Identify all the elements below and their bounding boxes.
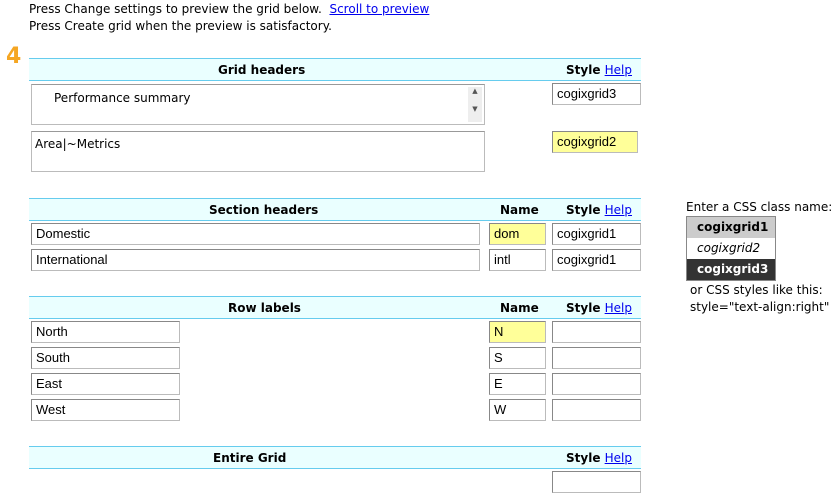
section-style-input[interactable]: cogixgrid1 xyxy=(552,223,641,245)
style-label: Style Help xyxy=(566,301,632,315)
legend-class-1: cogixgrid1 xyxy=(687,217,775,238)
name-label: Name xyxy=(500,301,539,315)
name-label: Name xyxy=(500,203,539,217)
style-label: Style Help xyxy=(566,451,632,465)
row-label-input[interactable]: West xyxy=(31,399,180,421)
intro-text: Press Change settings to preview the gri… xyxy=(29,2,322,16)
legend-outro-2: style="text-align:right" xyxy=(690,300,830,314)
grid-header-textarea-1[interactable]: Performance summary ▲ ▼ xyxy=(31,84,485,125)
row-name-input[interactable]: N xyxy=(489,321,546,343)
entire-grid-style-input[interactable] xyxy=(552,471,641,493)
legend-intro: Enter a CSS class name: xyxy=(686,200,833,214)
style-text: Style xyxy=(566,451,601,465)
css-class-legend: cogixgrid1 cogixgrid2 cogixgrid3 xyxy=(686,216,776,281)
textarea-text: Performance summary xyxy=(54,91,191,105)
section-name-input[interactable]: intl xyxy=(489,249,546,271)
scroll-up-icon[interactable]: ▲ xyxy=(468,87,482,95)
scroll-down-icon[interactable]: ▼ xyxy=(468,105,482,113)
legend-class-2: cogixgrid2 xyxy=(687,238,775,259)
help-link[interactable]: Help xyxy=(605,451,632,465)
legend-class-3: cogixgrid3 xyxy=(687,259,775,280)
step-number: 4 xyxy=(6,44,22,69)
entire-grid-title: Entire Grid xyxy=(213,451,287,465)
section-style-input[interactable]: cogixgrid1 xyxy=(552,249,641,271)
row-label-input[interactable]: East xyxy=(31,373,180,395)
row-label-input[interactable]: South xyxy=(31,347,180,369)
legend-outro-1: or CSS styles like this: xyxy=(690,283,823,297)
help-link[interactable]: Help xyxy=(605,301,632,315)
scroll-to-preview-link[interactable]: Scroll to preview xyxy=(329,2,429,16)
grid-header-style-1[interactable]: cogixgrid3 xyxy=(552,83,641,105)
help-link[interactable]: Help xyxy=(605,63,632,77)
row-name-input[interactable]: S xyxy=(489,347,546,369)
style-text: Style xyxy=(566,203,601,217)
row-style-input[interactable] xyxy=(552,321,641,343)
section-headers-title: Section headers xyxy=(209,203,319,217)
section-label-input[interactable]: Domestic xyxy=(31,223,480,245)
row-label-input[interactable]: North xyxy=(31,321,180,343)
section-headers-band: Section headers Name Style Help xyxy=(29,198,641,221)
intro-line-2: Press Create grid when the preview is sa… xyxy=(29,19,332,33)
row-style-input[interactable] xyxy=(552,373,641,395)
intro-line-1: Press Change settings to preview the gri… xyxy=(29,2,429,16)
row-labels-title: Row labels xyxy=(228,301,301,315)
row-name-input[interactable]: W xyxy=(489,399,546,421)
style-label: Style Help xyxy=(566,203,632,217)
section-label-input[interactable]: International xyxy=(31,249,480,271)
section-name-input[interactable]: dom xyxy=(489,223,546,245)
style-text: Style xyxy=(566,63,601,77)
help-link[interactable]: Help xyxy=(605,203,632,217)
row-name-input[interactable]: E xyxy=(489,373,546,395)
grid-headers-band: Grid headers Style Help xyxy=(29,58,641,81)
row-labels-band: Row labels Name Style Help xyxy=(29,296,641,319)
row-style-input[interactable] xyxy=(552,399,641,421)
grid-headers-title: Grid headers xyxy=(218,63,306,77)
textarea-scrollbar[interactable]: ▲ ▼ xyxy=(468,87,482,122)
style-text: Style xyxy=(566,301,601,315)
grid-header-textarea-2[interactable]: Area|~Metrics xyxy=(31,131,485,172)
grid-header-style-2[interactable]: cogixgrid2 xyxy=(552,131,638,153)
entire-grid-band: Entire Grid Style Help xyxy=(29,446,641,469)
style-label: Style Help xyxy=(566,63,632,77)
row-style-input[interactable] xyxy=(552,347,641,369)
